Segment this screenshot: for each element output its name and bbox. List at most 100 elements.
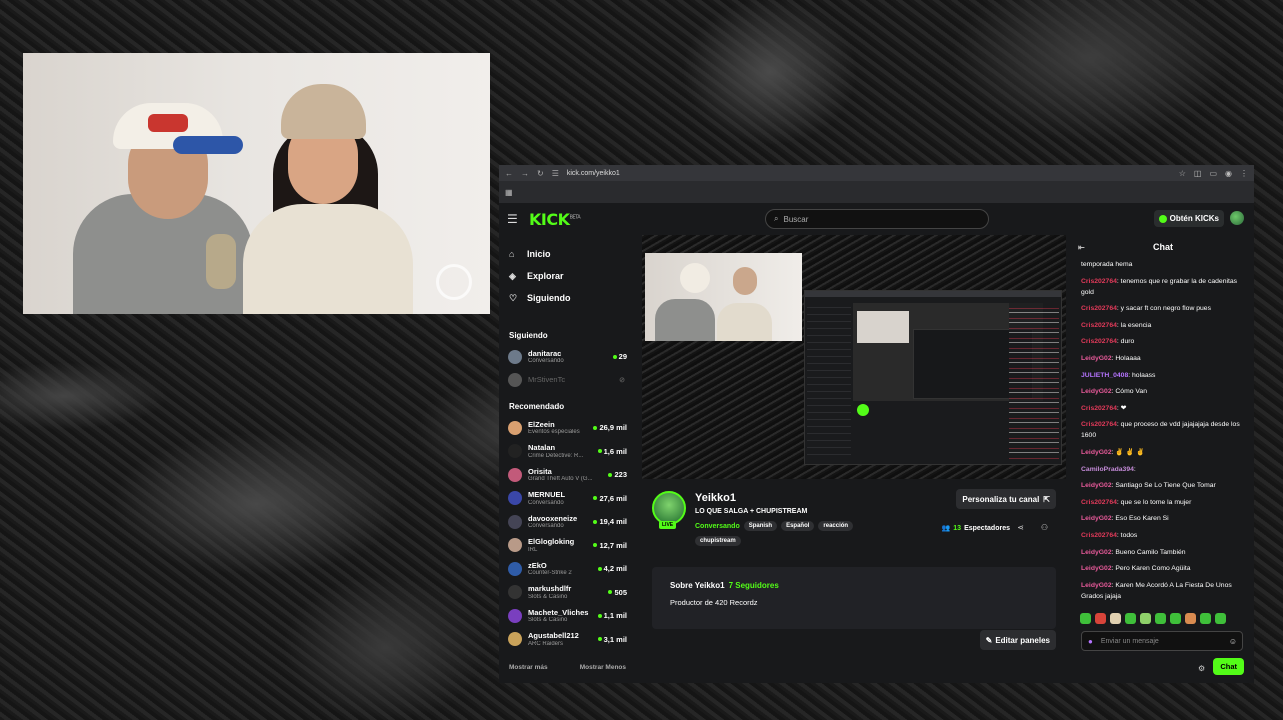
- emote-icon[interactable]: [1080, 613, 1091, 624]
- chat-username[interactable]: Cris202764: [1081, 305, 1117, 312]
- chat-username[interactable]: LeidyG02: [1081, 515, 1112, 522]
- chat-username[interactable]: Cris202764: [1081, 338, 1117, 345]
- forward-icon[interactable]: →: [521, 169, 529, 178]
- chat-text: : Eso Eso Karen Si: [1111, 515, 1169, 523]
- star-icon[interactable]: ☆: [1179, 169, 1186, 178]
- hamburger-icon[interactable]: ☰: [507, 212, 529, 226]
- user-add-icon[interactable]: ⚇: [1041, 523, 1048, 532]
- chat-username[interactable]: Cris202764: [1081, 499, 1117, 506]
- chat-username[interactable]: JULIETH_0408: [1081, 372, 1128, 379]
- kick-logo[interactable]: KICKBETA: [529, 210, 581, 229]
- sidebar-channel[interactable]: markushdlfr Slots & Casino 505: [499, 581, 636, 605]
- stream-info: LIVE Yeikko1 LO QUE SALGA + CHUPISTREAM …: [642, 487, 1066, 557]
- menu-icon[interactable]: ⋮: [1240, 169, 1248, 178]
- channel-category: Grand Theft Auto V (G...: [528, 476, 593, 482]
- nav-siguiendo[interactable]: ♡ Siguiendo: [499, 287, 636, 309]
- collapse-chat-icon[interactable]: ⇤: [1078, 243, 1085, 252]
- chat-username[interactable]: Cris202764: [1081, 278, 1117, 285]
- user-avatar[interactable]: [1230, 211, 1244, 225]
- streamer-avatar[interactable]: [652, 491, 686, 525]
- share-icon[interactable]: ⋖: [1017, 523, 1024, 532]
- emote-icon[interactable]: [1215, 613, 1226, 624]
- sidebar-channel[interactable]: MERNUEL Conversando 27,6 mil: [499, 487, 636, 511]
- sidebar-channel[interactable]: Agustabell212 ARC Raiders 3,1 mil: [499, 628, 636, 652]
- streamer-name[interactable]: Yeikko1: [695, 492, 736, 504]
- sidebar-channel[interactable]: MrStivenTc ⊘: [499, 369, 636, 393]
- cast-icon[interactable]: ▭: [1209, 169, 1217, 178]
- video-player[interactable]: [642, 235, 1066, 479]
- chat-username[interactable]: Cris202764: [1081, 532, 1117, 539]
- chat-send-button[interactable]: Chat: [1213, 658, 1244, 675]
- chat-username[interactable]: LeidyG02: [1081, 482, 1112, 489]
- tag[interactable]: reacción: [818, 521, 854, 531]
- emote-icon[interactable]: [1095, 613, 1106, 624]
- edit-panels-button[interactable]: ✎ Editar paneles: [979, 630, 1056, 650]
- chat-text: : todos: [1116, 531, 1138, 539]
- chat-username[interactable]: CamiloPrada394: [1081, 466, 1134, 473]
- chat-username[interactable]: LeidyG02: [1081, 549, 1112, 556]
- get-kicks-button[interactable]: Obtén KICKs: [1153, 210, 1224, 227]
- back-icon[interactable]: ←: [505, 169, 513, 178]
- customize-channel-button[interactable]: Personaliza tu canal ⇱: [956, 489, 1056, 509]
- chat-messages: temporada hema Cris202764: tenemos que re…: [1072, 259, 1254, 611]
- emoji-icon[interactable]: ☺: [1229, 637, 1237, 646]
- sidebar-channel[interactable]: ElGlogloking IRL 12,7 mil: [499, 534, 636, 558]
- sidebar-channel[interactable]: danitarac Conversando 29: [499, 345, 636, 369]
- chat-username[interactable]: LeidyG02: [1081, 355, 1112, 362]
- profile-icon[interactable]: ◉: [1225, 169, 1232, 178]
- channel-avatar: [508, 444, 522, 459]
- emote-icon[interactable]: [1125, 613, 1136, 624]
- cap-brim: [173, 136, 243, 154]
- category-link[interactable]: Conversando: [695, 523, 740, 530]
- sidebar-channel[interactable]: zEkO Counter-Strike 2 4,2 mil: [499, 557, 636, 581]
- sidebar-channel[interactable]: ElZeein Eventos especiales 26,9 mil: [499, 416, 636, 440]
- chat-message: JULIETH_0408: holaass: [1081, 370, 1245, 381]
- emote-icon[interactable]: [1110, 613, 1121, 624]
- sidebar-channel[interactable]: Natalan Crime Detective: R... 1,6 mil: [499, 440, 636, 464]
- channel-category: IRL: [528, 546, 538, 553]
- reload-icon[interactable]: ↻: [537, 169, 544, 178]
- player-person-left: [655, 299, 715, 341]
- channel-avatar: [508, 538, 522, 553]
- pencil-icon: ✎: [985, 635, 993, 645]
- show-less-link[interactable]: Mostrar Menos: [580, 664, 626, 671]
- site-info-icon[interactable]: ☰: [552, 169, 559, 178]
- gear-icon[interactable]: ⚙: [1198, 664, 1205, 673]
- extensions-icon[interactable]: ◫: [1194, 169, 1202, 178]
- tag[interactable]: Español: [781, 521, 815, 531]
- chat-text: : Holaaaa: [1111, 354, 1141, 362]
- show-more-link[interactable]: Mostrar más: [509, 664, 548, 671]
- nav-explorar[interactable]: ◈ Explorar: [499, 265, 636, 287]
- channel-viewers: 29: [612, 352, 627, 361]
- webcam-feed: [23, 53, 490, 314]
- address-bar[interactable]: kick.com/yeikko1: [567, 170, 1171, 177]
- tag[interactable]: Spanish: [743, 521, 778, 531]
- chat-username[interactable]: LeidyG02: [1081, 582, 1112, 589]
- emote-icon[interactable]: [1140, 613, 1151, 624]
- about-description: Productor de 420 Recordz: [670, 598, 758, 607]
- channel-text: ElGlogloking IRL: [528, 538, 593, 553]
- chat-input[interactable]: ● Enviar un mensaje ☺: [1081, 631, 1243, 651]
- sidebar-channel[interactable]: Machete_Vliches Slots & Casino 1,1 mil: [499, 604, 636, 628]
- nav-inicio[interactable]: ⌂ Inicio: [499, 243, 636, 265]
- tag[interactable]: chupistream: [695, 536, 741, 546]
- chat-username[interactable]: Cris202764: [1081, 322, 1117, 329]
- chat-username[interactable]: LeidyG02: [1081, 449, 1112, 456]
- emote-icon[interactable]: [1155, 613, 1166, 624]
- emote-icon[interactable]: [1200, 613, 1211, 624]
- channel-count: 27,6 mil: [599, 493, 627, 503]
- offline-icon: ⊘: [619, 377, 625, 385]
- chat-username[interactable]: Cris202764: [1081, 421, 1117, 428]
- emote-icon[interactable]: [1185, 613, 1196, 624]
- chat-username[interactable]: Cris202764: [1081, 405, 1117, 412]
- sidebar-channel[interactable]: davooxeneize Conversando 19,4 mil: [499, 510, 636, 534]
- person-right-beanie: [281, 84, 366, 139]
- channel-count: 223: [614, 470, 627, 480]
- sidebar-channel[interactable]: Orisita Grand Theft Auto V (G... 223: [499, 463, 636, 487]
- emote-icon[interactable]: [1170, 613, 1181, 624]
- grid-icon[interactable]: ▦: [505, 188, 513, 197]
- search-input[interactable]: ⌕ Buscar: [765, 209, 989, 229]
- chat-username[interactable]: LeidyG02: [1081, 565, 1112, 572]
- chat-username[interactable]: LeidyG02: [1081, 388, 1112, 395]
- mic-icon[interactable]: ●: [1088, 637, 1093, 646]
